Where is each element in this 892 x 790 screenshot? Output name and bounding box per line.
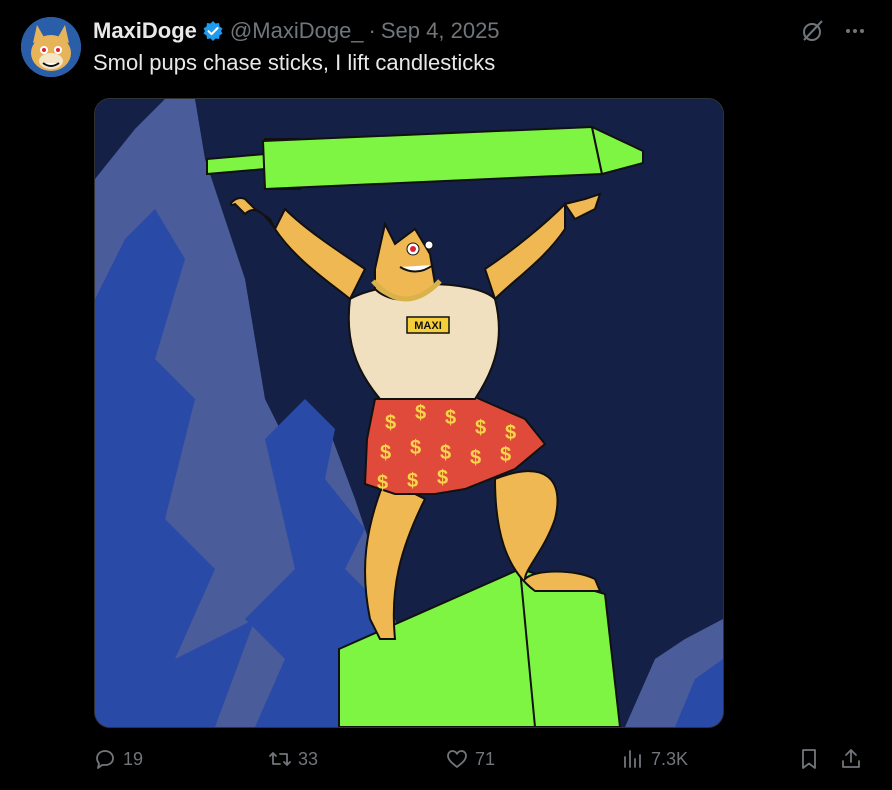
like-count: 71 bbox=[475, 748, 496, 769]
reply-count: 19 bbox=[123, 748, 144, 769]
retweet-count: 33 bbox=[298, 748, 319, 769]
svg-text:$: $ bbox=[500, 444, 511, 466]
svg-text:$: $ bbox=[440, 442, 451, 464]
svg-text:$: $ bbox=[407, 470, 418, 492]
tweet-text: Smol pups chase sticks, I lift candlesti… bbox=[93, 50, 496, 75]
svg-text:$: $ bbox=[415, 402, 426, 424]
svg-text:$: $ bbox=[505, 422, 516, 444]
reply-icon bbox=[96, 750, 114, 769]
views-icon bbox=[624, 750, 641, 768]
tweet-media-image[interactable]: $ $ $ $ $ $ $ $ $ $ $ $ $ MAXI bbox=[94, 98, 724, 728]
media-label: MAXI bbox=[414, 320, 442, 332]
svg-text:$: $ bbox=[470, 447, 481, 469]
retweet-button[interactable]: 33 bbox=[268, 747, 318, 771]
share-icon bbox=[842, 749, 860, 768]
svg-text:$: $ bbox=[385, 412, 396, 434]
retweet-icon bbox=[269, 752, 291, 766]
bookmark-icon bbox=[802, 749, 816, 769]
svg-text:$: $ bbox=[475, 417, 486, 439]
heart-icon bbox=[447, 750, 467, 768]
timestamp[interactable]: Sep 4, 2025 bbox=[381, 18, 500, 44]
svg-text:$: $ bbox=[380, 442, 391, 464]
views-count: 7.3K bbox=[651, 748, 689, 769]
top-actions bbox=[800, 18, 868, 44]
grok-icon[interactable] bbox=[800, 18, 826, 44]
views-button[interactable]: 7.3K bbox=[621, 747, 688, 771]
like-button[interactable]: 71 bbox=[445, 747, 495, 771]
svg-text:$: $ bbox=[437, 467, 448, 489]
display-name[interactable]: MaxiDoge bbox=[93, 18, 197, 44]
more-icon[interactable] bbox=[842, 18, 868, 44]
bookmark-button[interactable] bbox=[797, 747, 821, 771]
verified-badge-icon bbox=[202, 20, 224, 42]
reply-button[interactable]: 19 bbox=[93, 747, 143, 771]
svg-text:$: $ bbox=[410, 437, 421, 459]
tweet-header: MaxiDoge @MaxiDoge_ · Sep 4, 2025 bbox=[93, 17, 500, 45]
handle[interactable]: @MaxiDoge_ bbox=[230, 18, 364, 44]
avatar[interactable] bbox=[21, 17, 81, 77]
svg-text:$: $ bbox=[445, 407, 456, 429]
svg-text:$: $ bbox=[377, 472, 388, 494]
share-button[interactable] bbox=[839, 747, 863, 771]
tweet-actions: 19 33 71 7.3K bbox=[93, 744, 868, 774]
separator: · bbox=[368, 18, 376, 43]
